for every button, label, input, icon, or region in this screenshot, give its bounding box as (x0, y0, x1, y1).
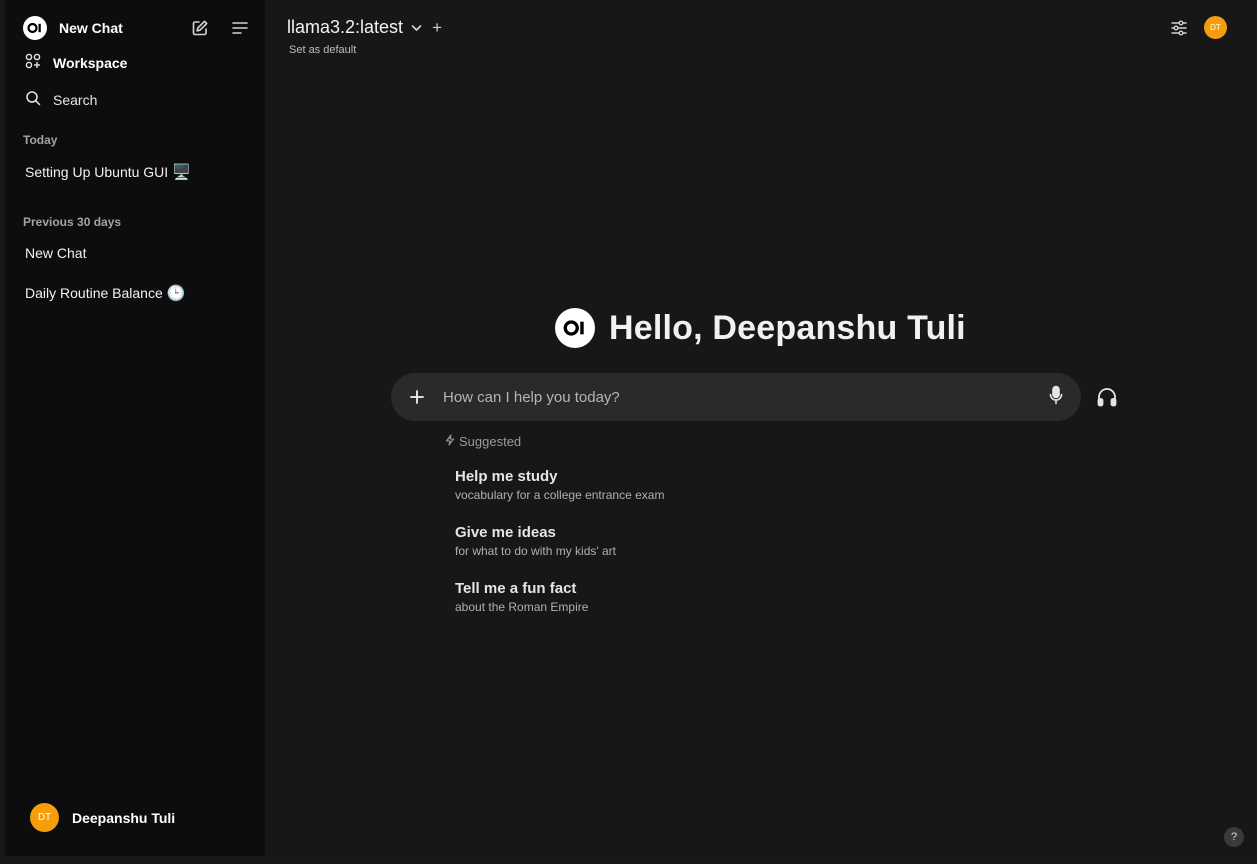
chat-title: Daily Routine Balance (25, 285, 163, 301)
app-logo-icon[interactable] (23, 16, 47, 40)
model-selector-button[interactable]: llama3.2:latest (287, 17, 403, 38)
workspace-icon (25, 53, 41, 74)
suggestion-item[interactable]: Give me ideas for what to do with my kid… (455, 524, 616, 558)
sidebar-item-workspace[interactable]: Workspace (25, 51, 127, 75)
sidebar-item-search[interactable]: Search (25, 88, 97, 112)
header-actions: DT (1168, 16, 1227, 39)
app-logo-icon (555, 308, 595, 348)
menu-icon[interactable] (229, 17, 251, 39)
headphones-icon[interactable] (1095, 385, 1119, 409)
chat-item-daily-routine-balance[interactable]: Daily Routine Balance 🕒 (25, 284, 185, 302)
greeting-title: Hello, Deepanshu Tuli (609, 308, 966, 347)
sidebar-header: New Chat (23, 14, 251, 42)
suggested-heading: Suggested (444, 434, 521, 449)
avatar: DT (30, 803, 59, 832)
chat-title: New Chat (25, 245, 87, 261)
new-chat-button[interactable]: New Chat (59, 20, 123, 36)
controls-sliders-icon[interactable] (1168, 17, 1190, 39)
help-button[interactable]: ? (1224, 827, 1244, 847)
greeting: Hello, Deepanshu Tuli (555, 308, 966, 348)
header-avatar[interactable]: DT (1204, 16, 1227, 39)
suggestion-item[interactable]: Tell me a fun fact about the Roman Empir… (455, 580, 588, 614)
suggestion-title: Give me ideas (455, 524, 556, 541)
suggestion-subtitle: about the Roman Empire (455, 600, 589, 614)
suggestion-subtitle: for what to do with my kids' art (455, 544, 617, 558)
clock-icon: 🕒 (166, 285, 186, 302)
window-bottom-edge (0, 856, 1257, 864)
plus-icon[interactable] (408, 388, 426, 406)
model-selector: llama3.2:latest + (287, 17, 442, 38)
suggestion-item[interactable]: Help me study vocabulary for a college e… (455, 468, 664, 502)
chat-item-new-chat[interactable]: New Chat (25, 245, 86, 261)
chat-input[interactable] (443, 388, 1049, 406)
chat-title: Setting Up Ubuntu GUI (25, 164, 169, 180)
sidebar: New Chat Workspace Search Today Setting … (5, 0, 265, 856)
section-label-today: Today (23, 133, 58, 147)
microphone-icon[interactable] (1049, 385, 1063, 410)
sidebar-item-label: Workspace (53, 55, 128, 71)
sidebar-item-label: Search (53, 92, 98, 108)
chevron-down-icon[interactable] (411, 19, 422, 37)
set-as-default-link[interactable]: Set as default (289, 44, 356, 56)
add-model-button[interactable]: + (432, 18, 442, 38)
suggestion-subtitle: vocabulary for a college entrance exam (455, 488, 665, 502)
suggestion-title: Tell me a fun fact (455, 580, 577, 597)
lightning-icon (444, 434, 456, 449)
suggestion-title: Help me study (455, 468, 558, 485)
user-menu[interactable]: DT Deepanshu Tuli (30, 803, 175, 832)
desktop-computer-icon: 🖥️ (172, 164, 191, 181)
user-name: Deepanshu Tuli (72, 809, 176, 826)
suggested-label: Suggested (459, 434, 522, 449)
message-composer (391, 373, 1081, 421)
app-window: New Chat Workspace Search Today Setting … (0, 0, 1257, 864)
search-icon (25, 90, 41, 111)
compose-icon[interactable] (189, 17, 211, 39)
chat-item-setting-up-ubuntu-gui[interactable]: Setting Up Ubuntu GUI 🖥️ (25, 163, 191, 181)
section-label-previous-30-days: Previous 30 days (23, 215, 122, 229)
sidebar-header-actions (189, 17, 251, 39)
